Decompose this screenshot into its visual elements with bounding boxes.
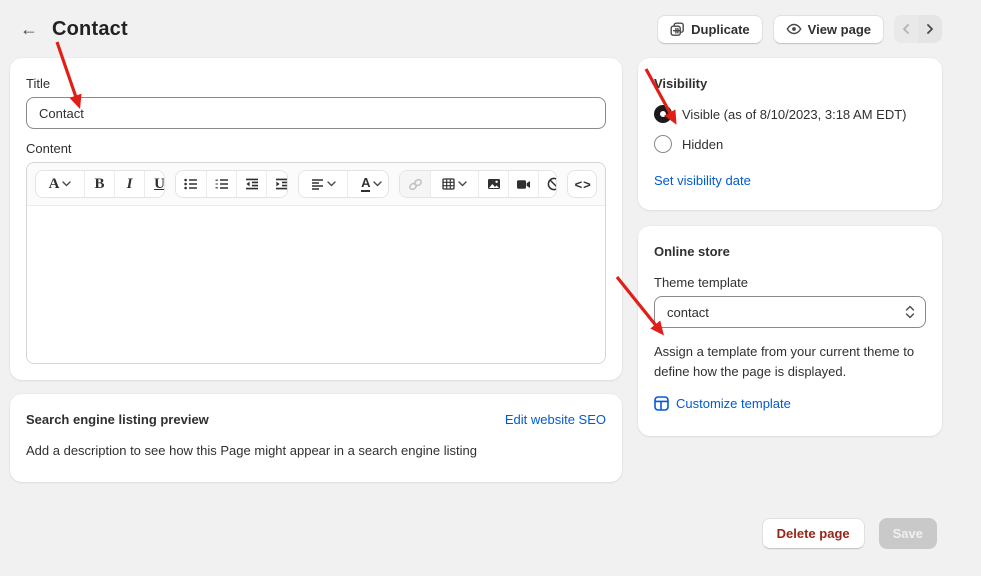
chevron-down-icon	[373, 181, 382, 187]
outdent-button[interactable]	[236, 171, 266, 197]
visible-option[interactable]: Visible (as of 8/10/2023, 3:18 AM EDT)	[654, 105, 926, 123]
table-dropdown[interactable]	[430, 171, 478, 197]
numbered-list-icon	[215, 178, 229, 190]
bullet-list-icon	[184, 178, 198, 190]
chevron-down-icon	[327, 181, 336, 187]
bold-button[interactable]: B	[84, 171, 114, 197]
link-button[interactable]	[400, 171, 430, 197]
duplicate-icon	[670, 22, 685, 37]
edit-website-seo-link[interactable]: Edit website SEO	[505, 412, 606, 427]
save-button[interactable]: Save	[879, 518, 937, 549]
link-icon	[408, 178, 423, 191]
page-title: Contact	[52, 18, 128, 41]
theme-template-select[interactable]: contact	[654, 296, 926, 328]
chevron-down-icon	[458, 181, 467, 187]
code-label: <>	[575, 177, 592, 192]
next-page-button[interactable]	[918, 15, 942, 43]
title-input[interactable]	[26, 97, 606, 129]
radio-selected-icon[interactable]	[654, 105, 672, 123]
visibility-card-title: Visibility	[654, 76, 926, 91]
seo-card: Search engine listing preview Edit websi…	[10, 394, 622, 482]
back-button[interactable]: ←	[16, 18, 42, 40]
insert-image-button[interactable]	[478, 171, 508, 197]
clear-formatting-button[interactable]	[538, 171, 557, 197]
theme-template-label: Theme template	[654, 275, 926, 290]
show-html-button[interactable]: <>	[568, 171, 597, 197]
pagination	[894, 15, 942, 43]
template-icon	[654, 396, 669, 411]
duplicate-label: Duplicate	[691, 22, 750, 37]
seo-card-title: Search engine listing preview	[26, 412, 209, 427]
color-letter: A	[361, 176, 370, 192]
title-label: Title	[26, 76, 606, 91]
online-store-card-title: Online store	[654, 244, 926, 259]
insert-video-button[interactable]	[508, 171, 538, 197]
seo-description: Add a description to see how this Page m…	[26, 443, 606, 462]
outdent-icon	[245, 178, 259, 190]
chevron-down-icon	[62, 181, 71, 187]
underline-label: U	[154, 176, 165, 193]
content-textarea[interactable]	[27, 205, 605, 363]
text-color-dropdown[interactable]: A	[347, 171, 389, 197]
underline-button[interactable]: U	[144, 171, 165, 197]
view-page-button[interactable]: View page	[773, 15, 884, 44]
formatting-dropdown[interactable]: A	[36, 171, 84, 197]
bullet-list-button[interactable]	[176, 171, 206, 197]
previous-page-button[interactable]	[894, 15, 918, 43]
customize-template-label: Customize template	[676, 396, 791, 411]
delete-page-button[interactable]: Delete page	[762, 518, 865, 549]
image-icon	[487, 178, 501, 190]
rich-text-editor: A B I U	[26, 162, 606, 364]
list-indent-group	[175, 170, 288, 198]
page-details-card: Title Content A B	[10, 58, 622, 380]
hidden-option-label: Hidden	[682, 137, 723, 152]
visibility-card: Visibility Visible (as of 8/10/2023, 3:1…	[638, 58, 942, 210]
visible-option-label: Visible (as of 8/10/2023, 3:18 AM EDT)	[682, 107, 907, 122]
align-left-icon	[311, 179, 324, 190]
footer-actions: Delete page Save	[0, 518, 981, 549]
italic-button[interactable]: I	[114, 171, 144, 197]
prohibited-icon	[547, 177, 557, 191]
table-icon	[442, 178, 455, 190]
text-style-group: A B I U	[35, 170, 165, 198]
indent-button[interactable]	[266, 171, 288, 197]
customize-template-link[interactable]: Customize template	[654, 396, 791, 411]
content-label: Content	[26, 141, 606, 156]
indent-icon	[275, 178, 289, 190]
code-group: <>	[567, 170, 597, 198]
align-color-group: A	[298, 170, 389, 198]
italic-label: I	[127, 176, 133, 193]
bold-label: B	[94, 176, 104, 193]
hidden-option[interactable]: Hidden	[654, 135, 926, 153]
select-updown-icon	[905, 305, 915, 319]
online-store-card: Online store Theme template contact Assi…	[638, 226, 942, 436]
video-icon	[516, 179, 531, 190]
alignment-dropdown[interactable]	[299, 171, 347, 197]
eye-icon	[786, 22, 802, 36]
chevron-left-icon	[902, 24, 910, 34]
view-page-label: View page	[808, 22, 871, 37]
format-letter: A	[49, 176, 60, 193]
theme-template-value: contact	[667, 305, 709, 320]
duplicate-button[interactable]: Duplicate	[657, 15, 763, 44]
editor-toolbar: A B I U	[27, 163, 605, 205]
numbered-list-button[interactable]	[206, 171, 236, 197]
chevron-right-icon	[926, 24, 934, 34]
insert-group	[399, 170, 557, 198]
header: ← Contact Duplicate View page	[0, 0, 981, 58]
page-editor-screen: ← Contact Duplicate View page	[0, 0, 981, 576]
template-helper-text: Assign a template from your current them…	[654, 342, 926, 382]
radio-unselected-icon[interactable]	[654, 135, 672, 153]
set-visibility-date-link[interactable]: Set visibility date	[654, 173, 751, 188]
